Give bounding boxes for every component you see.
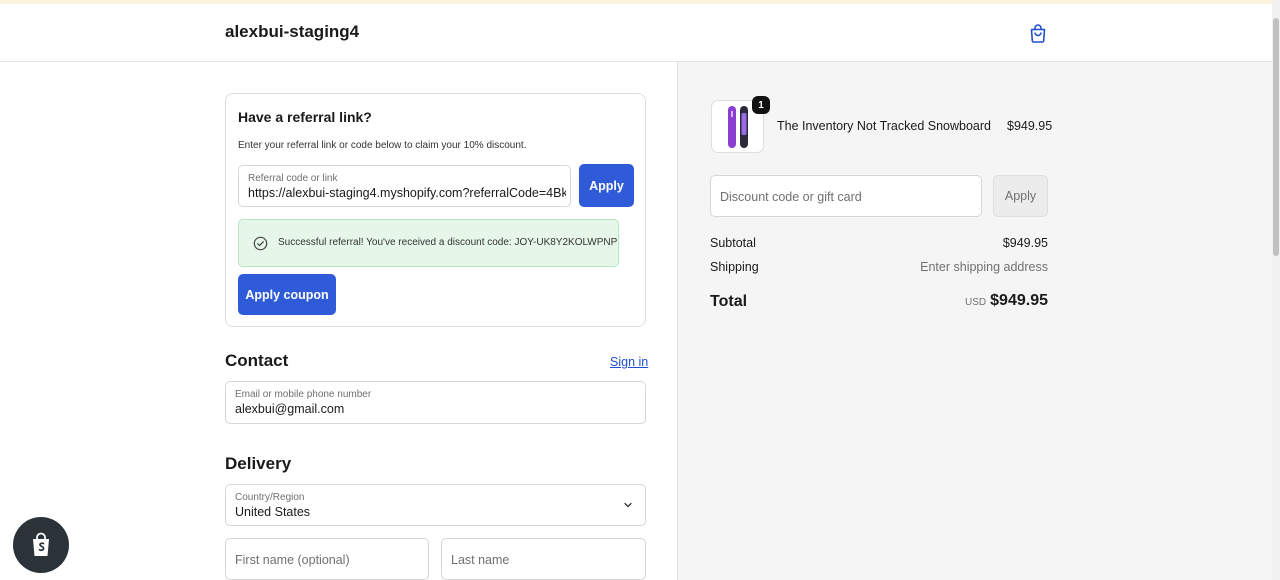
contact-heading: Contact [225,351,289,370]
last-name-placeholder: Last name [451,553,510,567]
total-amount: USD $949.95 [965,292,1048,310]
country-value: United States [235,505,311,519]
discount-code-input[interactable]: Discount code or gift card [710,175,982,217]
total-value: $949.95 [990,292,1048,309]
subtotal-value: $949.95 [1002,236,1048,250]
referral-success-message: Successful referral! You've received a d… [238,219,619,267]
email-value[interactable]: alexbui@gmail.com [235,402,344,416]
country-select[interactable]: Country/Region United States [225,484,646,526]
checkout-header: alexbui-staging4 [0,4,1272,62]
chevron-down-icon [624,502,632,508]
referral-input-value[interactable]: https://alexbui-staging4.myshopify.com?r… [248,186,566,200]
shopify-app-button[interactable] [13,517,69,573]
referral-input-label: Referral code or link [248,173,338,184]
email-label: Email or mobile phone number [235,389,372,400]
page-scrollbar[interactable] [1272,0,1280,580]
referral-apply-button[interactable]: Apply [579,164,634,207]
first-name-placeholder: First name (optional) [235,553,350,567]
subtotal-label: Subtotal [710,236,756,250]
quantity-badge: 1 [752,96,770,114]
referral-code-input[interactable]: Referral code or link https://alexbui-st… [238,165,571,207]
referral-title: Have a referral link? [238,109,372,125]
sign-in-link[interactable]: Sign in [610,355,648,369]
order-summary-panel [677,62,1272,580]
discount-apply-button[interactable]: Apply [993,175,1048,217]
store-name[interactable]: alexbui-staging4 [225,22,359,42]
check-circle-icon [253,236,268,251]
country-label: Country/Region [235,492,305,503]
product-name: The Inventory Not Tracked Snowboard [777,119,992,133]
scrollbar-thumb[interactable] [1273,18,1279,256]
email-field[interactable]: Email or mobile phone number alexbui@gma… [225,381,646,424]
total-label: Total [710,293,748,310]
shipping-label: Shipping [710,260,759,274]
referral-description: Enter your referral link or code below t… [238,140,527,151]
product-price: $949.95 [1007,119,1053,133]
last-name-field[interactable]: Last name [441,538,646,580]
shopify-bag-icon [33,532,49,556]
cart-button[interactable] [1026,21,1050,45]
shipping-value: Enter shipping address [920,260,1048,274]
success-text: Successful referral! You've received a d… [278,237,618,248]
shopping-bag-icon [1030,24,1046,43]
apply-coupon-button[interactable]: Apply coupon [238,274,336,315]
discount-placeholder: Discount code or gift card [720,190,862,204]
currency-code: USD [965,297,987,308]
referral-card: Have a referral link? Enter your referra… [225,93,646,327]
first-name-field[interactable]: First name (optional) [225,538,429,580]
delivery-heading: Delivery [225,454,292,473]
